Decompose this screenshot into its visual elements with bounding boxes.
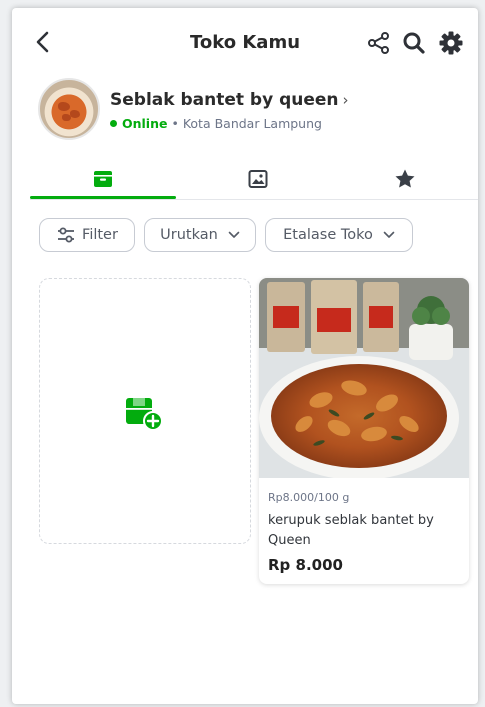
avatar-food-detail [58,102,70,111]
product-name: kerupuk seblak bantet by Queen [268,513,434,548]
gear-icon [439,31,463,55]
app-screen: Toko Kamu Seblak bantet by queen › Onlin… [12,8,478,704]
online-dot-icon [110,120,117,127]
active-tab-indicator [30,196,176,199]
avatar-food-detail [62,114,71,121]
filter-button[interactable]: Filter [39,218,135,252]
filter-label: Filter [82,227,118,243]
online-status: Online [122,116,168,131]
etalase-dropdown[interactable]: Etalase Toko [265,218,413,252]
avatar-food-detail [70,110,80,118]
shop-name: Seblak bantet by queen [110,90,339,110]
etalase-label: Etalase Toko [283,227,373,243]
shop-name-link[interactable]: Seblak bantet by queen › [110,90,349,110]
add-product-card[interactable] [39,278,251,544]
product-photo [259,278,469,478]
tab-products[interactable] [30,158,176,200]
chevron-down-icon [228,231,240,238]
chevron-right-icon: › [342,91,349,109]
top-app-bar: Toko Kamu [12,8,478,78]
shop-status-row: Online • Kota Bandar Lampung [110,116,322,131]
shop-avatar[interactable] [38,78,100,140]
star-icon [395,169,415,188]
share-button[interactable] [365,29,393,57]
sort-dropdown[interactable]: Urutkan [144,218,256,252]
product-card[interactable]: Rp8.000/100 g kerupuk seblak bantet by Q… [259,278,469,584]
settings-button[interactable] [437,29,465,57]
share-icon [368,32,389,54]
chevron-down-icon [383,231,395,238]
product-price: Rp 8.000 [268,556,343,574]
search-button[interactable] [400,29,428,57]
sort-label: Urutkan [160,227,218,243]
status-separator: • [171,116,179,131]
add-product-icon [126,398,163,431]
storefront-icon [94,171,112,187]
tab-reviews[interactable] [332,158,478,200]
sliders-icon [58,227,75,243]
chevron-left-icon [36,31,49,53]
product-price-unit: Rp8.000/100 g [268,491,350,504]
shop-tabs [30,158,478,200]
image-icon [248,170,268,188]
search-icon [403,32,425,54]
tab-showcase[interactable] [185,158,331,200]
back-button[interactable] [30,28,58,56]
shop-location: Kota Bandar Lampung [182,116,322,131]
